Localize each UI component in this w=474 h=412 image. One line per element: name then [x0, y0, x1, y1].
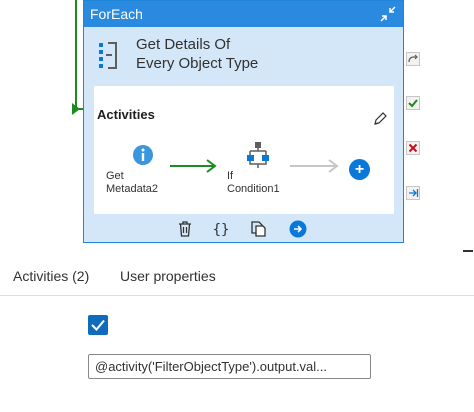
info-icon[interactable]	[132, 144, 154, 166]
next-connector-arrow	[290, 159, 339, 173]
collapse-icon[interactable]	[379, 5, 397, 23]
incoming-connector-line	[75, 0, 77, 110]
completion-arrow-icon[interactable]	[406, 186, 420, 200]
foreach-activity-name: Get Details Of Every Object Type	[136, 36, 259, 72]
panel-resize-handle[interactable]	[463, 250, 473, 252]
inner-activities-panel: Activities Get Metadata2 If Condition1 +	[94, 86, 394, 214]
foreach-header-label: ForEach	[90, 6, 143, 22]
get-metadata-activity-label[interactable]: Get Metadata2	[106, 170, 158, 196]
foreach-activity[interactable]: ForEach Get Details Of Every Object Type…	[83, 0, 404, 243]
foreach-header[interactable]: ForEach	[84, 1, 403, 27]
add-activity-button[interactable]: +	[349, 159, 370, 180]
copy-icon[interactable]	[249, 220, 267, 238]
failure-x-icon[interactable]	[406, 141, 420, 155]
sequential-checkbox[interactable]	[88, 315, 108, 335]
go-to-activity-icon[interactable]	[289, 220, 307, 238]
tab-user-properties[interactable]: User properties	[120, 268, 216, 284]
incoming-connector-arrowhead	[72, 103, 80, 115]
foreach-icon	[99, 42, 117, 69]
redo-icon[interactable]	[406, 52, 420, 66]
tab-activities[interactable]: Activities (2)	[13, 268, 89, 284]
svg-text:{}: {}	[213, 222, 230, 238]
if-condition-activity-label[interactable]: If Condition1	[227, 170, 280, 196]
delete-icon[interactable]	[176, 220, 194, 238]
items-expression-field[interactable]: @activity('FilterObjectType').output.val…	[88, 354, 371, 379]
inner-activities-title: Activities	[97, 107, 155, 122]
success-connector-arrow	[170, 159, 217, 173]
tabs-divider	[0, 295, 474, 296]
code-icon[interactable]: {}	[212, 220, 230, 238]
checkmark-icon	[91, 319, 105, 331]
if-condition-icon[interactable]	[246, 142, 270, 168]
edit-pencil-icon[interactable]	[372, 111, 388, 127]
success-check-icon[interactable]	[406, 96, 420, 110]
